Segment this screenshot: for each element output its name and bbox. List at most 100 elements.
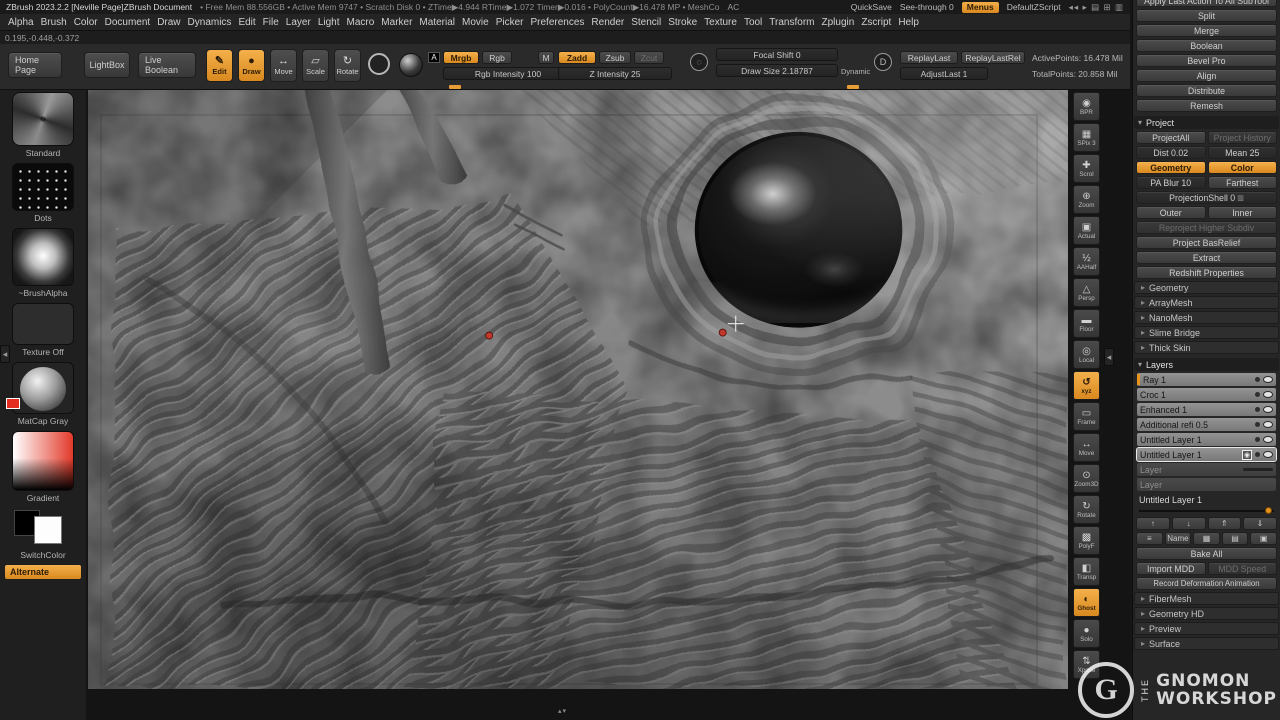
shelf-floor-button[interactable]: ▬Floor xyxy=(1073,309,1100,338)
tool-projectionshell-0-button[interactable]: ProjectionShell 0▥ xyxy=(1136,191,1277,204)
layer-visibility-eye-icon[interactable] xyxy=(1263,421,1273,428)
tool-apply-last-action-to-all-subtool-button[interactable]: Apply Last Action To All SubTool xyxy=(1136,0,1277,7)
section-surface[interactable]: ▸Surface xyxy=(1134,637,1279,650)
section-project[interactable]: ▾Project xyxy=(1134,116,1279,129)
tool-merge-button[interactable]: Merge xyxy=(1136,24,1277,37)
primary-color-swatch[interactable] xyxy=(34,516,62,544)
shelf-zoom3d-button[interactable]: ⊙Zoom3D xyxy=(1073,464,1100,493)
menu-light[interactable]: Light xyxy=(318,17,340,28)
section-layers[interactable]: ▾Layers xyxy=(1134,358,1279,371)
menu-tool[interactable]: Tool xyxy=(744,17,762,28)
quicksave-button[interactable]: QuickSave xyxy=(851,2,892,12)
shelf-aahalf-button[interactable]: ½AAHalf xyxy=(1073,247,1100,276)
adjust-last-slider[interactable]: AdjustLast 1 xyxy=(900,67,988,80)
menu-zplugin[interactable]: Zplugin xyxy=(822,17,855,28)
live-boolean-button[interactable]: Live Boolean xyxy=(138,52,196,78)
menu-zscript[interactable]: Zscript xyxy=(861,17,891,28)
tool-projectall-button[interactable]: ProjectAll xyxy=(1136,131,1206,144)
layer-visibility-eye-icon[interactable] xyxy=(1263,451,1273,458)
brush-selector-thumbnail[interactable] xyxy=(12,92,74,146)
edit-mode-button[interactable]: ✎Edit xyxy=(206,49,233,82)
draw-size-slider[interactable]: Draw Size 2.18787 xyxy=(716,64,838,77)
section-arraymesh[interactable]: ▸ArrayMesh xyxy=(1134,296,1279,309)
titlebar-window-icons[interactable]: ◂◂ ▸ ▤ ⊞ ▥ xyxy=(1069,2,1124,13)
document-canvas[interactable] xyxy=(88,90,1068,689)
material-selector-thumbnail[interactable] xyxy=(12,362,74,414)
layer-tool-name[interactable]: Name xyxy=(1165,532,1192,545)
shelf-ghost-button[interactable]: ◐Ghost xyxy=(1073,588,1100,617)
menu-brush[interactable]: Brush xyxy=(41,17,67,28)
section-nanomesh[interactable]: ▸NanoMesh xyxy=(1134,311,1279,324)
layer-tool-btn[interactable]: ⇓ xyxy=(1243,517,1277,530)
section-geometry[interactable]: ▸Geometry xyxy=(1134,281,1279,294)
layer-ray-1[interactable]: Ray 1 xyxy=(1137,373,1276,386)
replay-icon[interactable]: D xyxy=(874,53,892,71)
left-tray-collapse-arrow[interactable]: ◂ xyxy=(0,345,10,363)
layer-record-icon[interactable]: ◉ xyxy=(1242,450,1252,460)
menu-help[interactable]: Help xyxy=(898,17,919,28)
replay-last-rel-button[interactable]: ReplayLastRel xyxy=(961,51,1025,64)
see-through-slider[interactable]: See-through 0 xyxy=(900,2,954,12)
stroke-preview-icon[interactable] xyxy=(368,53,390,75)
tool-import-mdd-button[interactable]: Import MDD xyxy=(1136,562,1206,575)
default-zscript-button[interactable]: DefaultZScript xyxy=(1007,2,1061,12)
shelf-frame-button[interactable]: ▭Frame xyxy=(1073,402,1100,431)
menus-button[interactable]: Menus xyxy=(962,2,999,13)
layer-mini-slider[interactable] xyxy=(1243,468,1273,471)
tool-redshift-properties-button[interactable]: Redshift Properties xyxy=(1136,266,1277,279)
menu-movie[interactable]: Movie xyxy=(462,17,489,28)
zadd-button[interactable]: Zadd xyxy=(558,51,596,64)
menu-draw[interactable]: Draw xyxy=(157,17,180,28)
color-picker[interactable] xyxy=(12,431,74,491)
layer-croc-1[interactable]: Croc 1 xyxy=(1137,388,1276,401)
canvas-scroll-handle[interactable]: ▴▾ xyxy=(558,707,567,715)
shelf-zoom-button[interactable]: ⊕Zoom xyxy=(1073,185,1100,214)
shelf-scrol-button[interactable]: ✚Scrol xyxy=(1073,154,1100,183)
alternate-button[interactable]: Alternate xyxy=(5,565,81,579)
menu-stroke[interactable]: Stroke xyxy=(668,17,697,28)
section-slime-bridge[interactable]: ▸Slime Bridge xyxy=(1134,326,1279,339)
lightbox-button[interactable]: LightBox xyxy=(84,52,130,78)
layer-tool-btn[interactable]: ⇑ xyxy=(1208,517,1242,530)
layer-visibility-eye-icon[interactable] xyxy=(1263,406,1273,413)
tool-color-button[interactable]: Color xyxy=(1208,161,1278,174)
current-color-swatch[interactable] xyxy=(6,398,20,409)
m-button[interactable]: M xyxy=(538,51,554,64)
layer-intensity-dot[interactable] xyxy=(1255,377,1260,382)
layer-tool-btn[interactable]: ↓ xyxy=(1172,517,1206,530)
focal-shift-slider[interactable]: Focal Shift 0 xyxy=(716,48,838,61)
shelf-polyf-button[interactable]: ▩PolyF xyxy=(1073,526,1100,555)
layer-intensity-dot[interactable] xyxy=(1255,437,1260,442)
menu-file[interactable]: File xyxy=(263,17,279,28)
tool-split-button[interactable]: Split xyxy=(1136,9,1277,22)
layer-layer[interactable]: Layer xyxy=(1137,463,1276,476)
layer-additional-refi-0-5[interactable]: Additional refi 0.5 xyxy=(1137,418,1276,431)
tool-boolean-button[interactable]: Boolean xyxy=(1136,39,1277,52)
switch-color-widget[interactable] xyxy=(12,508,74,548)
shelf-persp-button[interactable]: △Persp xyxy=(1073,278,1100,307)
shelf-spix-3-button[interactable]: ▦SPix 3 xyxy=(1073,123,1100,152)
tool-mean-25-button[interactable]: Mean 25 xyxy=(1208,146,1278,159)
menu-dynamics[interactable]: Dynamics xyxy=(188,17,232,28)
shelf-move-button[interactable]: ↔Move xyxy=(1073,433,1100,462)
layer-layer[interactable]: Layer xyxy=(1137,478,1276,491)
shelf-local-button[interactable]: ◎Local xyxy=(1073,340,1100,369)
layer-intensity-dot[interactable] xyxy=(1255,407,1260,412)
menu-color[interactable]: Color xyxy=(74,17,98,28)
layer-intensity-dot[interactable] xyxy=(1255,392,1260,397)
menu-alpha[interactable]: Alpha xyxy=(8,17,34,28)
tool-outer-button[interactable]: Outer xyxy=(1136,206,1206,219)
shelf-rotate-button[interactable]: ↻Rotate xyxy=(1073,495,1100,524)
section-thick-skin[interactable]: ▸Thick Skin xyxy=(1134,341,1279,354)
menu-transform[interactable]: Transform xyxy=(769,17,814,28)
alpha-chip[interactable]: A xyxy=(428,52,440,63)
layer-enhanced-1[interactable]: Enhanced 1 xyxy=(1137,403,1276,416)
menu-material[interactable]: Material xyxy=(419,17,455,28)
replay-last-button[interactable]: ReplayLast xyxy=(900,51,958,64)
z-intensity-slider[interactable]: Z Intensity 25 xyxy=(558,67,672,80)
tool-extract-button[interactable]: Extract xyxy=(1136,251,1277,264)
layer-untitled-layer-1[interactable]: Untitled Layer 1◉ xyxy=(1137,448,1276,461)
right-tray-collapse-arrow[interactable]: ◂ xyxy=(1104,348,1114,366)
menu-macro[interactable]: Macro xyxy=(347,17,375,28)
tool-farthest-button[interactable]: Farthest xyxy=(1208,176,1278,189)
